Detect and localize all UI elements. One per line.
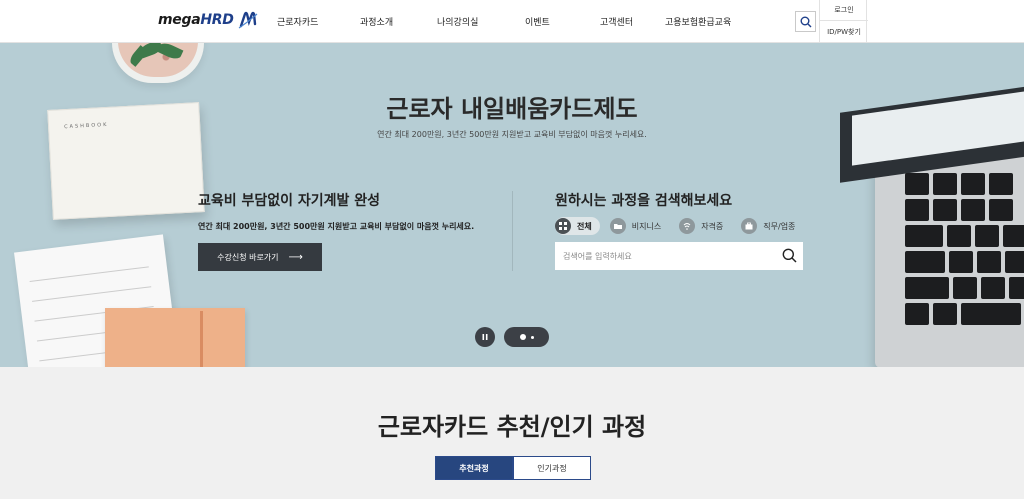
- site-logo[interactable]: megaHRD: [158, 10, 258, 30]
- search-icon: [800, 16, 811, 27]
- filter-certificate[interactable]: 자격증: [679, 217, 731, 235]
- site-header: megaHRD 근로자카드 과정소개 나의강의실 이벤트 고객센터 고용보험환급…: [0, 0, 1024, 43]
- hero-subtitle: 연간 최대 200만원, 3년간 500만원 지원받고 교육비 부담없이 마음껏…: [377, 130, 647, 139]
- keyboard-decoration: [905, 173, 1024, 333]
- course-search-box: [555, 242, 803, 270]
- nav-employment-insurance[interactable]: 고용보험환급교육: [665, 15, 731, 28]
- logo-text: megaHRD: [158, 12, 234, 28]
- pause-icon: [482, 334, 488, 340]
- nav-my-classroom[interactable]: 나의강의실: [437, 15, 478, 28]
- recommend-tabs: 추천과정 인기과정: [435, 456, 591, 480]
- header-search-button[interactable]: [795, 11, 816, 32]
- filter-business-label: 비지니스: [631, 221, 662, 231]
- tab-recommended[interactable]: 추천과정: [435, 456, 513, 480]
- filter-job-industry[interactable]: 직무/업종: [741, 217, 803, 235]
- find-id-pw-button[interactable]: ID/PW찾기: [820, 21, 868, 42]
- arrow-right-icon: ⟶: [288, 251, 303, 263]
- apply-now-button[interactable]: 수강신청 바로가기 ⟶: [198, 243, 322, 271]
- recommend-section: 근로자카드 추천/인기 과정 추천과정 인기과정: [0, 367, 1024, 499]
- slider-pause-button[interactable]: [475, 327, 495, 347]
- slide-dot-active[interactable]: [519, 334, 526, 340]
- filter-job-industry-label: 직무/업종: [763, 221, 796, 231]
- self-dev-desc: 연간 최대 200만원, 3년간 500만원 지원받고 교육비 부담없이 마음껏…: [198, 222, 475, 231]
- filter-business[interactable]: 비지니스: [609, 217, 669, 235]
- filter-all[interactable]: 전체: [555, 217, 600, 235]
- orange-notebook-decoration: [105, 308, 245, 367]
- nav-course-intro[interactable]: 과정소개: [360, 15, 393, 28]
- folder-icon: [609, 218, 626, 234]
- recommend-title: 근로자카드 추천/인기 과정: [377, 413, 647, 441]
- course-category-filters: 전체 비지니스 자격증 직무/업종: [555, 217, 803, 235]
- hero-divider: [512, 191, 513, 271]
- search-icon[interactable]: [782, 248, 797, 267]
- tab-popular[interactable]: 인기과정: [513, 456, 591, 480]
- course-search-input[interactable]: [563, 248, 773, 264]
- filter-all-label: 전체: [577, 221, 592, 231]
- nav-customer-center[interactable]: 고객센터: [600, 15, 633, 28]
- course-search-title: 원하시는 과정을 검색해보세요: [555, 193, 733, 209]
- self-dev-title: 교육비 부담없이 자기계발 완성: [198, 193, 381, 209]
- notebook-strap-decoration: [200, 311, 203, 367]
- grid-icon: [555, 218, 571, 234]
- filter-certificate-label: 자격증: [701, 221, 724, 231]
- slide-dot[interactable]: [530, 335, 534, 339]
- logo-mark-icon: [238, 11, 257, 29]
- briefcase-icon: [741, 218, 758, 234]
- login-button[interactable]: 로그인: [820, 0, 868, 21]
- apply-now-label: 수강신청 바로가기: [217, 252, 279, 262]
- nav-event[interactable]: 이벤트: [525, 15, 550, 28]
- hero-banner: CASHBOOK 근로자 내일배움카드제도 연간 최대 200만원, 3년간 5…: [0, 43, 1024, 367]
- nav-worker-card[interactable]: 근로자카드: [277, 15, 318, 28]
- hero-title: 근로자 내일배움카드제도: [386, 95, 638, 123]
- user-utility: 로그인 ID/PW찾기: [819, 0, 868, 43]
- badge-icon: [679, 218, 696, 234]
- slider-pagination: [504, 327, 549, 347]
